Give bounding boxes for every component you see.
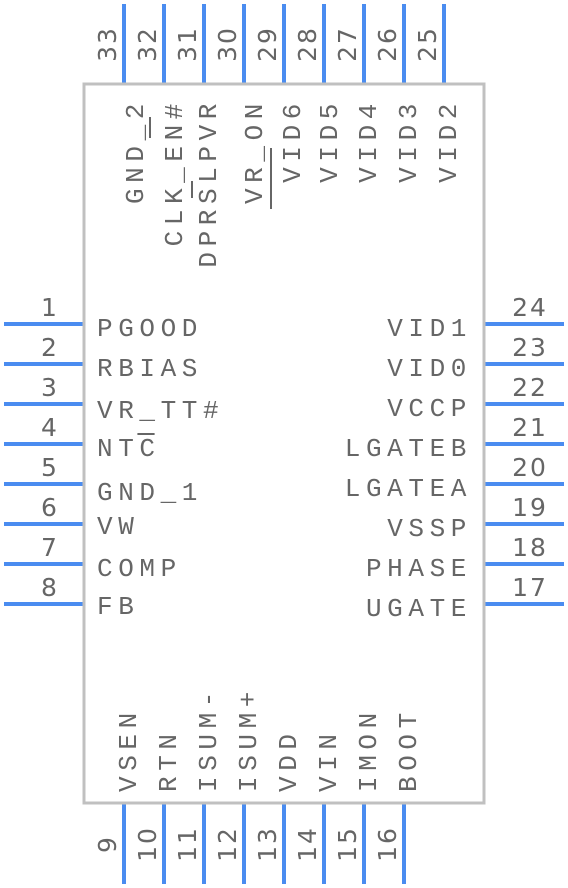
pin-label-rbias: RBIAS [97, 354, 203, 384]
pin-number: 30 [213, 26, 242, 62]
pin-label-boot: BOOT [394, 707, 424, 792]
pin-number: 7 [41, 533, 59, 562]
pin-label-lgatea: LGATEA [345, 474, 472, 504]
pin-number: 29 [253, 26, 282, 62]
pin-label-dprslpvr: DPRSLPVR [194, 98, 224, 268]
pin-label-vr-on: VR_ON [240, 98, 270, 204]
pin-label-vid2: VID2 [434, 98, 464, 183]
pin-number: 18 [512, 533, 548, 562]
pin-number: 31 [173, 26, 202, 62]
pin-label-vdd: VDD [274, 728, 304, 792]
pin-number: 13 [253, 826, 282, 862]
pin-number: 9 [93, 835, 122, 853]
pin-number: 16 [373, 826, 402, 862]
pin-number: 24 [512, 293, 548, 322]
pin-number: 22 [512, 373, 548, 402]
pin-number: 1 [41, 293, 59, 322]
pin-label-vw: VW [97, 512, 139, 542]
pin-label-vid1: VID1 [387, 314, 472, 344]
pin-label-rtn: RTN [154, 728, 184, 792]
pin-label-lgateb: LGATEB [345, 434, 472, 464]
pin-label-vid4: VID4 [354, 98, 384, 183]
pin-number: 11 [173, 826, 202, 862]
pin-number: 8 [41, 573, 59, 602]
pin-label-gnd-1: GND_1 [97, 478, 203, 508]
pin-number: 32 [133, 26, 162, 62]
pin-number: 21 [512, 413, 548, 442]
pin-label-vid0: VID0 [387, 354, 472, 384]
pin-label-isum: ISUM+ [234, 686, 264, 792]
pin-number: 15 [333, 826, 362, 862]
pin-number: 6 [41, 493, 59, 522]
pin-number: 17 [512, 573, 548, 602]
pin-number: 5 [41, 453, 59, 482]
pin-number: 33 [93, 26, 122, 62]
pin-label-isum: ISUM- [194, 686, 224, 792]
pin-label-pgood: PGOOD [97, 314, 203, 344]
pin-number: 20 [512, 453, 548, 482]
schematic-symbol: 12345678PGOODRBIASVR_TT#NTCGND_1VWCOMPFB… [4, 4, 564, 884]
pin-number: 28 [293, 26, 322, 62]
pin-number: 14 [293, 826, 322, 862]
pin-label-vr-tt: VR_TT# [97, 396, 224, 426]
pin-label-phase: PHASE [366, 554, 472, 584]
pin-number: 25 [413, 26, 442, 62]
pin-label-ugate: UGATE [366, 594, 472, 624]
pin-label-comp: COMP [97, 554, 182, 584]
pin-label-vssp: VSSP [387, 514, 472, 544]
pin-label-vccp: VCCP [387, 394, 472, 424]
pin-label-gnd-2: GND_2 [121, 98, 151, 204]
pin-number: 27 [333, 26, 362, 62]
pin-label-vid6: VID6 [278, 98, 308, 183]
pin-label-imon: IMON [354, 707, 384, 792]
pin-label-vid5: VID5 [315, 98, 345, 183]
pin-number: 2 [41, 333, 59, 362]
pin-number: 3 [41, 373, 59, 402]
pin-number: 19 [512, 493, 548, 522]
pin-label-clk-en: CLK_EN# [160, 98, 190, 246]
pin-label-vin: VIN [314, 728, 344, 792]
pin-label-ntc: NTC [97, 434, 161, 464]
pin-number: 23 [512, 333, 548, 362]
pin-number: 10 [133, 826, 162, 862]
pin-label-vid3: VID3 [394, 98, 424, 183]
pin-label-fb: FB [97, 592, 139, 622]
pin-number: 12 [213, 826, 242, 862]
pin-number: 4 [41, 413, 59, 442]
pin-label-vsen: VSEN [114, 707, 144, 792]
pin-number: 26 [373, 26, 402, 62]
